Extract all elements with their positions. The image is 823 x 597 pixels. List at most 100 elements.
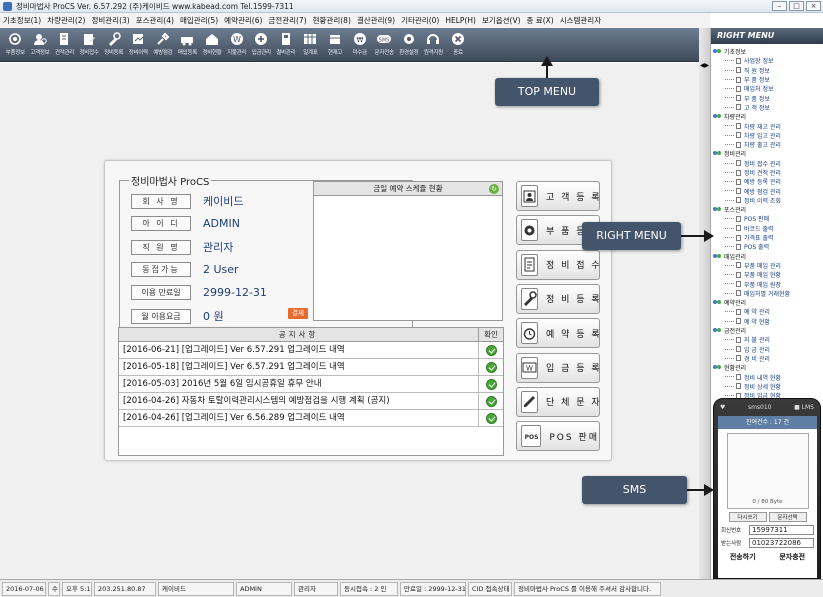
toolbar-button-repair-history[interactable]: 정비이력: [126, 28, 151, 61]
right-menu-item[interactable]: 정비 이력 조회: [713, 196, 823, 205]
sms-rewrite-button[interactable]: 다시쓰기: [728, 512, 767, 522]
table-row[interactable]: [2016-04-26] 자동차 토탈이력관리시스템의 예방점검을 시행 계획 …: [119, 392, 503, 410]
right-menu-item[interactable]: 지 불 관리: [713, 335, 823, 344]
right-menu-item[interactable]: POS 판매: [713, 214, 823, 223]
notice-title[interactable]: [2016-05-18] [업그레이드] Ver 6.57.291 업그레이드 …: [119, 358, 479, 376]
minimize-button[interactable]: –: [772, 1, 787, 11]
right-menu-group[interactable]: 차량관리: [713, 112, 823, 121]
right-menu-item[interactable]: 매입처 정보: [713, 84, 823, 93]
toolbar-button-estimate[interactable]: 견적관리: [52, 28, 77, 61]
right-menu-item[interactable]: 예방 등록 관리: [713, 177, 823, 186]
quick-button-reservation[interactable]: 예 약 등 록: [516, 318, 600, 349]
right-menu-item[interactable]: 부 품 정보: [713, 75, 823, 84]
toolbar-button-deposit[interactable]: 입금관리: [249, 28, 274, 61]
right-menu-item[interactable]: 차량 출고 관리: [713, 140, 823, 149]
right-menu-item[interactable]: 바코드 출력: [713, 224, 823, 233]
pay-button[interactable]: 결제: [288, 308, 308, 319]
right-menu-item[interactable]: 차량 재고 관리: [713, 121, 823, 131]
right-menu-group[interactable]: 정비관리: [713, 149, 823, 158]
right-menu-item[interactable]: 가격표 출력: [713, 233, 823, 242]
menu-status[interactable]: 현황관리(8): [313, 15, 351, 26]
menu-repair[interactable]: 정비관리(3): [91, 15, 129, 26]
toolbar-button-sms[interactable]: SMS 문자전송: [372, 28, 397, 61]
toolbar-button-settings[interactable]: 환경설정: [397, 28, 422, 61]
sms-recipient-input[interactable]: 01023722086: [749, 538, 814, 548]
close-button[interactable]: ×: [806, 1, 821, 11]
toolbar-button-parts-info[interactable]: 부품정보: [3, 28, 28, 61]
right-menu-item[interactable]: 예 약 관리: [713, 307, 823, 316]
quick-button-group-sms[interactable]: 단 체 문 자: [516, 386, 600, 417]
right-menu-item[interactable]: 차량 입고 관리: [713, 131, 823, 140]
right-menu-item[interactable]: 부 품 정보: [713, 93, 823, 103]
maximize-button[interactable]: □: [789, 1, 804, 11]
right-menu-item[interactable]: 입 금 관리: [713, 345, 823, 354]
sms-message-area[interactable]: 0 / 80 Byte: [726, 433, 809, 509]
right-menu-group[interactable]: 매입관리: [713, 252, 823, 261]
right-menu-group[interactable]: 포스관리: [713, 205, 823, 214]
sms-charge-button[interactable]: 문자충전: [779, 552, 805, 562]
table-row[interactable]: [2016-05-18] [업그레이드] Ver 6.57.291 업그레이드 …: [119, 358, 503, 376]
splitter-arrows[interactable]: ◀▶: [699, 62, 710, 69]
quick-button-repair-receipt[interactable]: 정 비 접 수: [516, 249, 600, 280]
right-menu-item[interactable]: 정비 상세 현황: [713, 382, 823, 391]
toolbar-button-receivable[interactable]: ₩ 미수금: [347, 28, 372, 61]
notice-title[interactable]: [2016-04-26] [업그레이드] Ver 6.56.289 업그레이드 …: [119, 409, 479, 427]
toolbar-button-repair-register[interactable]: 정비등록: [101, 28, 126, 61]
menu-exit[interactable]: 종 료(X): [527, 15, 554, 26]
sms-reply-input[interactable]: 15997311: [749, 525, 814, 535]
panel-splitter[interactable]: ◀▶: [699, 28, 710, 579]
sms-select-button[interactable]: 문자선택: [768, 512, 807, 522]
right-menu-item[interactable]: 사업장 정보: [713, 56, 823, 65]
sms-send-button[interactable]: 전송하기: [730, 552, 756, 562]
toolbar-button-payment[interactable]: W 지불관리: [224, 28, 249, 61]
table-row[interactable]: [2016-04-26] [업그레이드] Ver 6.56.289 업그레이드 …: [119, 409, 503, 427]
lms-mode[interactable]: ■ LMS: [794, 404, 814, 411]
table-row[interactable]: [2016-05-03] 2016년 5월 6일 임시공휴일 휴무 안내: [119, 375, 503, 393]
table-row[interactable]: [2016-06-21] [업그레이드] Ver 6.57.291 업그레이드 …: [119, 341, 503, 359]
right-menu-item[interactable]: 예방 점검 관리: [713, 186, 823, 196]
menu-purchase[interactable]: 매입관리(5): [180, 15, 218, 26]
right-menu-group[interactable]: 기초정보: [713, 47, 823, 56]
menu-view-options[interactable]: 보기옵션(V): [482, 15, 521, 26]
toolbar-button-daily-report[interactable]: 일계표: [298, 28, 323, 61]
toolbar-button-expense[interactable]: 결비관리: [274, 28, 299, 61]
quick-button-repair-register[interactable]: 정 비 등 록: [516, 283, 600, 314]
right-menu-item[interactable]: 부품 매입 원장: [713, 279, 823, 289]
notice-title[interactable]: [2016-05-03] 2016년 5월 6일 임시공휴일 휴무 안내: [119, 375, 479, 393]
toolbar-button-exit[interactable]: 종료: [446, 28, 471, 61]
quick-button-pos-sale[interactable]: POS POS 판매: [516, 421, 600, 452]
menu-basic-info[interactable]: 기초정보(1): [3, 15, 41, 26]
toolbar-button-remote-support[interactable]: 원격지원: [421, 28, 446, 61]
right-menu-item[interactable]: 직 원 정보: [713, 66, 823, 75]
right-menu-item[interactable]: 정비 접수 관리: [713, 159, 823, 168]
quick-button-deposit-register[interactable]: W입 금 등 록: [516, 352, 600, 383]
menu-vehicle[interactable]: 차량관리(2): [47, 15, 85, 26]
toolbar-button-stock[interactable]: 현재고: [323, 28, 348, 61]
menu-help[interactable]: HELP(H): [445, 16, 476, 25]
toolbar-button-customer-info[interactable]: 고객정보: [28, 28, 53, 61]
toolbar-button-repair-status[interactable]: 정비현황: [200, 28, 225, 61]
right-menu-item[interactable]: 예 약 현황: [713, 317, 823, 326]
right-menu-group[interactable]: 예약관리: [713, 298, 823, 307]
right-menu-item[interactable]: 고 객 정보: [713, 103, 823, 112]
menu-money[interactable]: 금전관리(7): [268, 15, 306, 26]
right-menu-item[interactable]: 매입처별 거래현황: [713, 289, 823, 298]
toolbar-button-preventive-check[interactable]: 예방점검: [151, 28, 176, 61]
right-menu-item[interactable]: 정비 내역 현황: [713, 372, 823, 382]
menu-etc[interactable]: 기타관리(0): [401, 15, 439, 26]
notice-title[interactable]: [2016-06-21] [업그레이드] Ver 6.57.291 업그레이드 …: [119, 341, 479, 359]
right-menu-group[interactable]: 금전관리: [713, 326, 823, 335]
right-menu-item[interactable]: POS 출력: [713, 242, 823, 251]
menu-system-admin[interactable]: 시스템관리자: [560, 15, 601, 26]
toolbar-button-repair-receipt[interactable]: 정비접수: [77, 28, 102, 61]
right-menu-item[interactable]: 부품 매입 관리: [713, 261, 823, 270]
quick-button-customer-register[interactable]: 고 객 등 록: [516, 181, 600, 211]
refresh-icon[interactable]: ↻: [489, 184, 499, 194]
right-menu-item[interactable]: 경 비 관리: [713, 354, 823, 363]
toolbar-button-purchase-register[interactable]: 매입등록: [175, 28, 200, 61]
menu-reservation[interactable]: 예약관리(6): [224, 15, 262, 26]
notice-title[interactable]: [2016-04-26] 자동차 토탈이력관리시스템의 예방점검을 시행 계획 …: [119, 392, 479, 410]
right-menu-group[interactable]: 현황관리: [713, 363, 823, 372]
right-menu-item[interactable]: 부품 매입 현황: [713, 270, 823, 279]
right-menu-item[interactable]: 정비 견적 관리: [713, 168, 823, 177]
